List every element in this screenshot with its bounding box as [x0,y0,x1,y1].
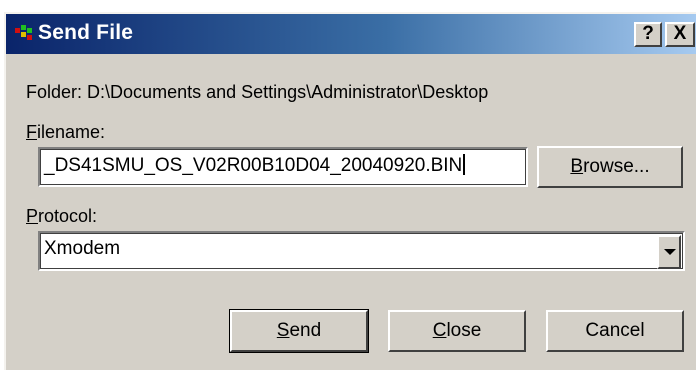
protocol-value: Xmodem [44,238,121,259]
send-button[interactable]: Send [229,309,369,353]
filename-label-text: ilename: [37,122,106,142]
folder-path: D:\Documents and Settings\Administrator\… [87,82,489,102]
app-icon [15,25,32,40]
filename-label: Filename: [26,122,105,143]
send-file-dialog: Send File ? X Folder: D:\Documents and S… [4,12,696,370]
protocol-select[interactable]: Xmodem [38,231,685,271]
close-button[interactable]: Close [388,310,526,352]
close-window-button[interactable]: X [665,22,695,47]
protocol-label: Protocol: [26,206,97,227]
filename-field[interactable]: _DS41SMU_OS_V02R00B10D04_20040920.BIN [38,147,528,187]
text-caret [463,154,466,175]
filename-value: _DS41SMU_OS_V02R00B10D04_20040920.BIN [44,154,466,177]
help-button[interactable]: ? [634,22,662,47]
cancel-button[interactable]: Cancel [546,310,684,352]
folder-label: Folder: [26,82,83,102]
protocol-label-text: rotocol: [38,206,98,226]
chevron-down-icon[interactable] [657,235,681,269]
folder-info: Folder: D:\Documents and Settings\Admini… [26,82,488,103]
filename-label-mnemonic: F [26,122,37,142]
title-bar[interactable]: Send File ? X [6,14,696,54]
dialog-title: Send File [38,21,134,44]
protocol-label-mnemonic: P [26,206,39,226]
browse-button[interactable]: Browse... [537,146,683,188]
